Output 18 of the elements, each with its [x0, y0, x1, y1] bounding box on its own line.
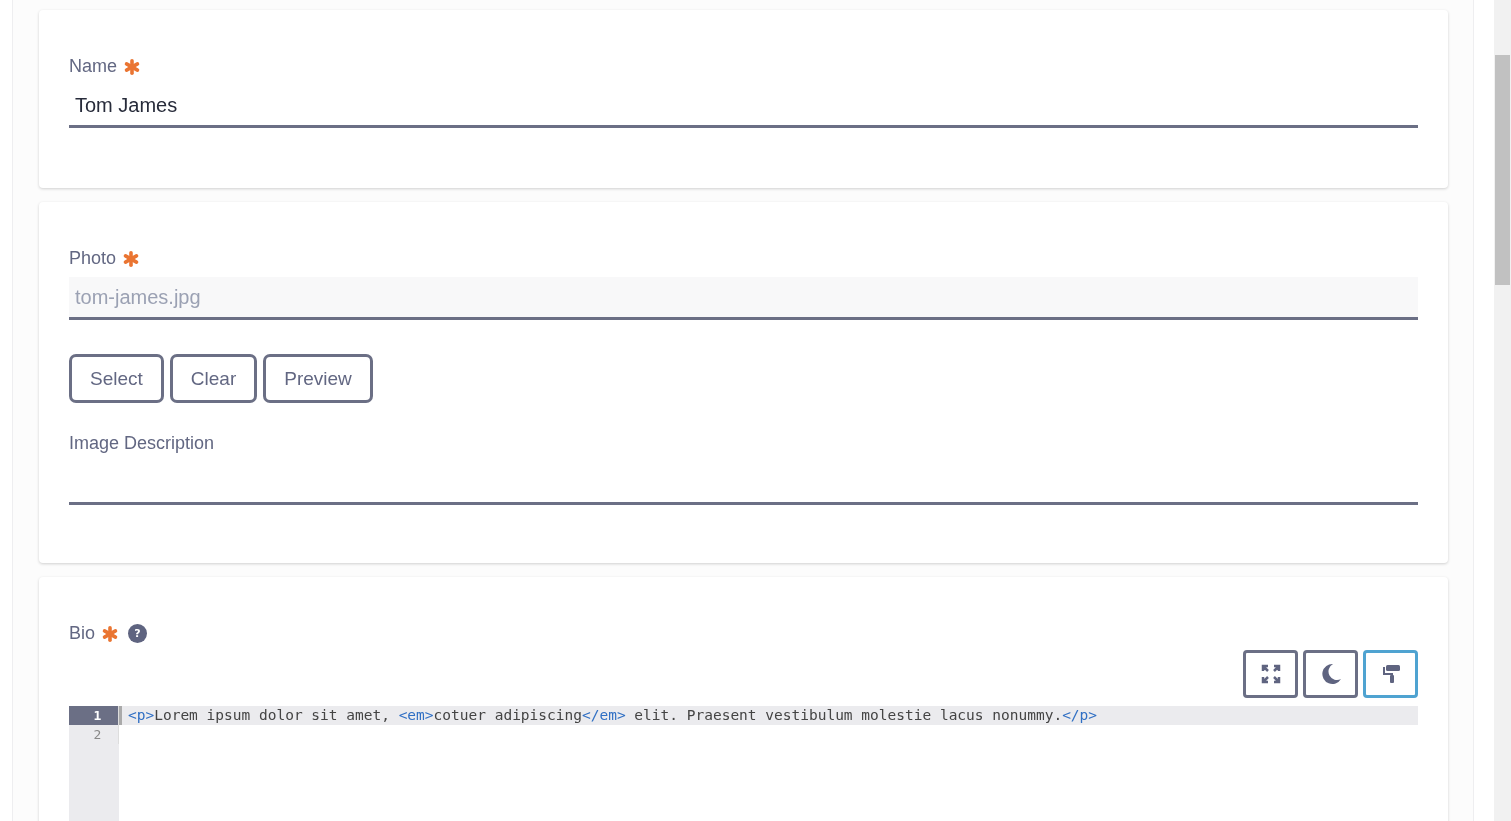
line-number: 1 [69, 706, 119, 725]
field-label: Name [69, 56, 117, 77]
code-editor[interactable]: 1 <p>Lorem ipsum dolor sit amet, <em>cotuer adipiscing</em> elit. Praesent vestibulum molestie lacus nonummy.</p> 2 [69, 706, 1418, 821]
toolbar-button[interactable] [1363, 650, 1418, 698]
paint-roller-icon [1380, 664, 1401, 684]
scrollbar[interactable] [1494, 0, 1511, 821]
field-label: Bio [69, 623, 95, 644]
field-label: Photo [69, 248, 117, 269]
help-icon[interactable]: ? [128, 624, 147, 643]
button[interactable]: Clear [169, 354, 258, 403]
field-label: Image Description [69, 433, 215, 454]
input-field[interactable]: Tom James [69, 85, 1418, 128]
toolbar-button[interactable] [1243, 650, 1298, 698]
toolbar-button[interactable] [1303, 650, 1358, 698]
expand-icon [1260, 664, 1281, 684]
button[interactable]: Select [69, 354, 164, 403]
moon-icon [1319, 663, 1342, 685]
button[interactable]: Preview [263, 354, 373, 403]
